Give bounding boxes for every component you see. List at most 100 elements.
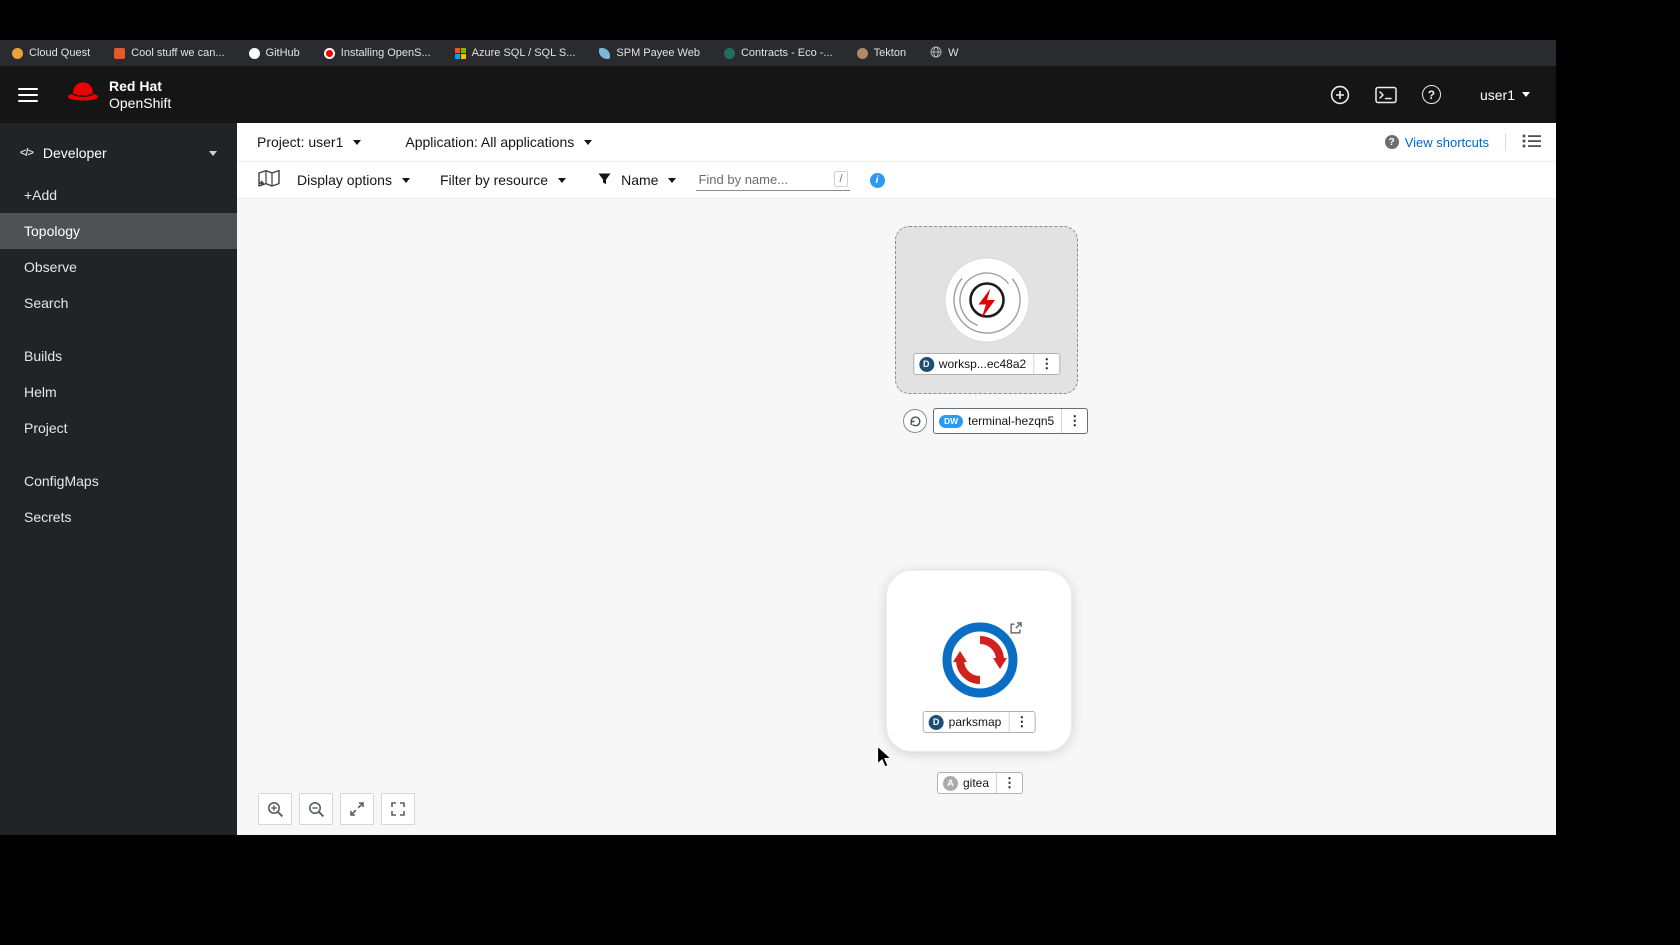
name-filter-dropdown[interactable]: Name [598,172,677,188]
sidebar: </> Developer +Add Topology Observe Sear… [0,123,237,835]
help-icon[interactable]: ? [1421,85,1441,104]
bookmark-item[interactable]: GitHub [248,47,300,59]
application-dropdown[interactable]: Application: All applications [405,134,593,150]
list-view-toggle-icon[interactable] [1522,133,1542,152]
brand-line-2: OpenShift [109,94,172,111]
brand-text: Red Hat OpenShift [109,78,171,112]
filter-funnel-icon [598,172,611,188]
mouse-cursor [876,744,894,774]
display-options-label: Display options [297,172,392,188]
user-menu[interactable]: user1 [1480,87,1530,103]
bookmark-label: Azure SQL / SQL S... [471,47,576,59]
topology-node-parksmap[interactable]: D parksmap ⋮ [886,570,1072,752]
sidebar-item-project[interactable]: Project [0,410,237,446]
sidebar-item-topology[interactable]: Topology [0,213,237,249]
bookmark-label: Tekton [873,47,907,59]
perspective-switcher[interactable]: </> Developer [0,135,237,177]
slash-key-hint: / [834,171,848,187]
gitea-label-text: gitea [963,776,990,790]
app-body: </> Developer +Add Topology Observe Sear… [0,123,1556,835]
sidebar-item-secrets[interactable]: Secrets [0,499,237,535]
chevron-down-icon [353,139,362,145]
user-menu-label: user1 [1479,86,1515,103]
sidebar-item-builds[interactable]: Builds [0,338,237,374]
github-icon [248,47,260,59]
chevron-down-icon [558,177,567,183]
brand-logo[interactable]: Red Hat OpenShift [66,78,171,112]
deployment-badge: D [928,714,944,730]
bookmark-favicon [723,47,735,59]
bookmark-label: Cool stuff we can... [131,47,225,59]
topology-node-gitea[interactable]: A gitea ⋮ [937,772,1024,794]
bookmark-item[interactable]: Cool stuff we can... [114,47,225,59]
bookmark-item[interactable]: W [930,46,958,61]
deployment-badge: D [918,356,934,372]
web-terminal-icon[interactable] [1375,86,1397,104]
open-url-external-link-icon[interactable] [1009,621,1023,640]
masthead: Red Hat OpenShift ? user1 [0,66,1556,123]
bookmark-favicon [599,47,611,59]
topology-control-bar [258,793,415,825]
display-options-dropdown[interactable]: Display options [297,172,410,188]
fullscreen-button[interactable] [381,793,415,825]
sidebar-item-add[interactable]: +Add [0,177,237,213]
kebab-menu-icon[interactable]: ⋮ [996,773,1022,793]
bookmark-item[interactable]: Tekton [856,47,907,59]
bookmark-label: Contracts - Eco -... [740,47,833,59]
bookmark-label: Installing OpenS... [340,47,431,59]
application-badge: A [943,775,958,791]
project-dropdown-label: Project: user1 [257,134,344,150]
sidebar-item-search[interactable]: Search [0,285,237,321]
kebab-menu-icon[interactable]: ⋮ [1008,712,1034,732]
sidebar-group-1: +Add Topology Observe Search [0,177,237,321]
bookmark-favicon [114,47,126,59]
chevron-down-icon [401,177,410,183]
developer-code-icon: </> [20,147,34,159]
redhat-fedora-icon [66,79,100,110]
bookmark-item[interactable]: Installing OpenS... [323,47,431,59]
sidebar-group-3: ConfigMaps Secrets [0,463,237,535]
chevron-down-icon [209,150,217,156]
bookmark-label: GitHub [265,47,300,59]
bookmark-label: SPM Payee Web [616,47,700,59]
parksmap-label-text: parksmap [948,715,1002,729]
bookmark-label: W [948,47,959,59]
bookmark-item[interactable]: Cloud Quest [12,47,90,59]
sidebar-item-configmaps[interactable]: ConfigMaps [0,463,237,499]
add-plus-circle-icon[interactable] [1330,85,1350,105]
topology-canvas[interactable]: D worksp...ec48a2 ⋮ DW terminal-hezqn5 ⋮… [237,199,1556,835]
workspace-label-text: worksp...ec48a2 [938,357,1027,371]
perspective-label: Developer [42,145,107,161]
parksmap-node-label[interactable]: D parksmap ⋮ [922,711,1036,733]
view-shortcuts-link[interactable]: ? View shortcuts [1384,135,1489,150]
bookmark-item[interactable]: SPM Payee Web [599,47,700,59]
bookmark-item[interactable]: Contracts - Eco -... [723,47,833,59]
find-by-name-input[interactable] [698,171,827,187]
kebab-menu-icon[interactable]: ⋮ [1033,354,1059,374]
bookmark-item[interactable]: Azure SQL / SQL S... [454,47,576,59]
terminal-decorator-icon[interactable] [903,409,927,433]
fit-to-screen-button[interactable] [340,793,374,825]
chevron-down-icon [1522,92,1530,97]
terminal-node-label[interactable]: DW terminal-hezqn5 ⋮ [933,408,1089,434]
topology-node-workspace[interactable]: D worksp...ec48a2 ⋮ [895,226,1078,394]
info-icon[interactable]: i [869,172,885,188]
sidebar-item-observe[interactable]: Observe [0,249,237,285]
sidebar-group-2: Builds Helm Project [0,338,237,446]
context-bar: Project: user1 Application: All applicat… [237,123,1556,162]
workspace-node-label[interactable]: D worksp...ec48a2 ⋮ [912,353,1061,375]
hamburger-menu-icon[interactable] [18,87,38,102]
filter-by-resource-dropdown[interactable]: Filter by resource [440,172,567,188]
topology-view-icon[interactable] [257,169,281,191]
gitea-node-label[interactable]: A gitea ⋮ [937,772,1024,794]
devworkspace-bolt-icon [942,255,1032,350]
kebab-menu-icon[interactable]: ⋮ [1061,409,1087,433]
topology-node-terminal[interactable]: DW terminal-hezqn5 ⋮ [903,408,1089,434]
brand-line-1: Red Hat [109,77,162,94]
find-by-name-group: / [696,169,850,191]
zoom-out-button[interactable] [299,793,333,825]
sidebar-item-helm[interactable]: Helm [0,374,237,410]
browser-window: Cloud Quest Cool stuff we can... GitHub … [0,40,1556,835]
project-dropdown[interactable]: Project: user1 [257,134,362,150]
zoom-in-button[interactable] [258,793,292,825]
